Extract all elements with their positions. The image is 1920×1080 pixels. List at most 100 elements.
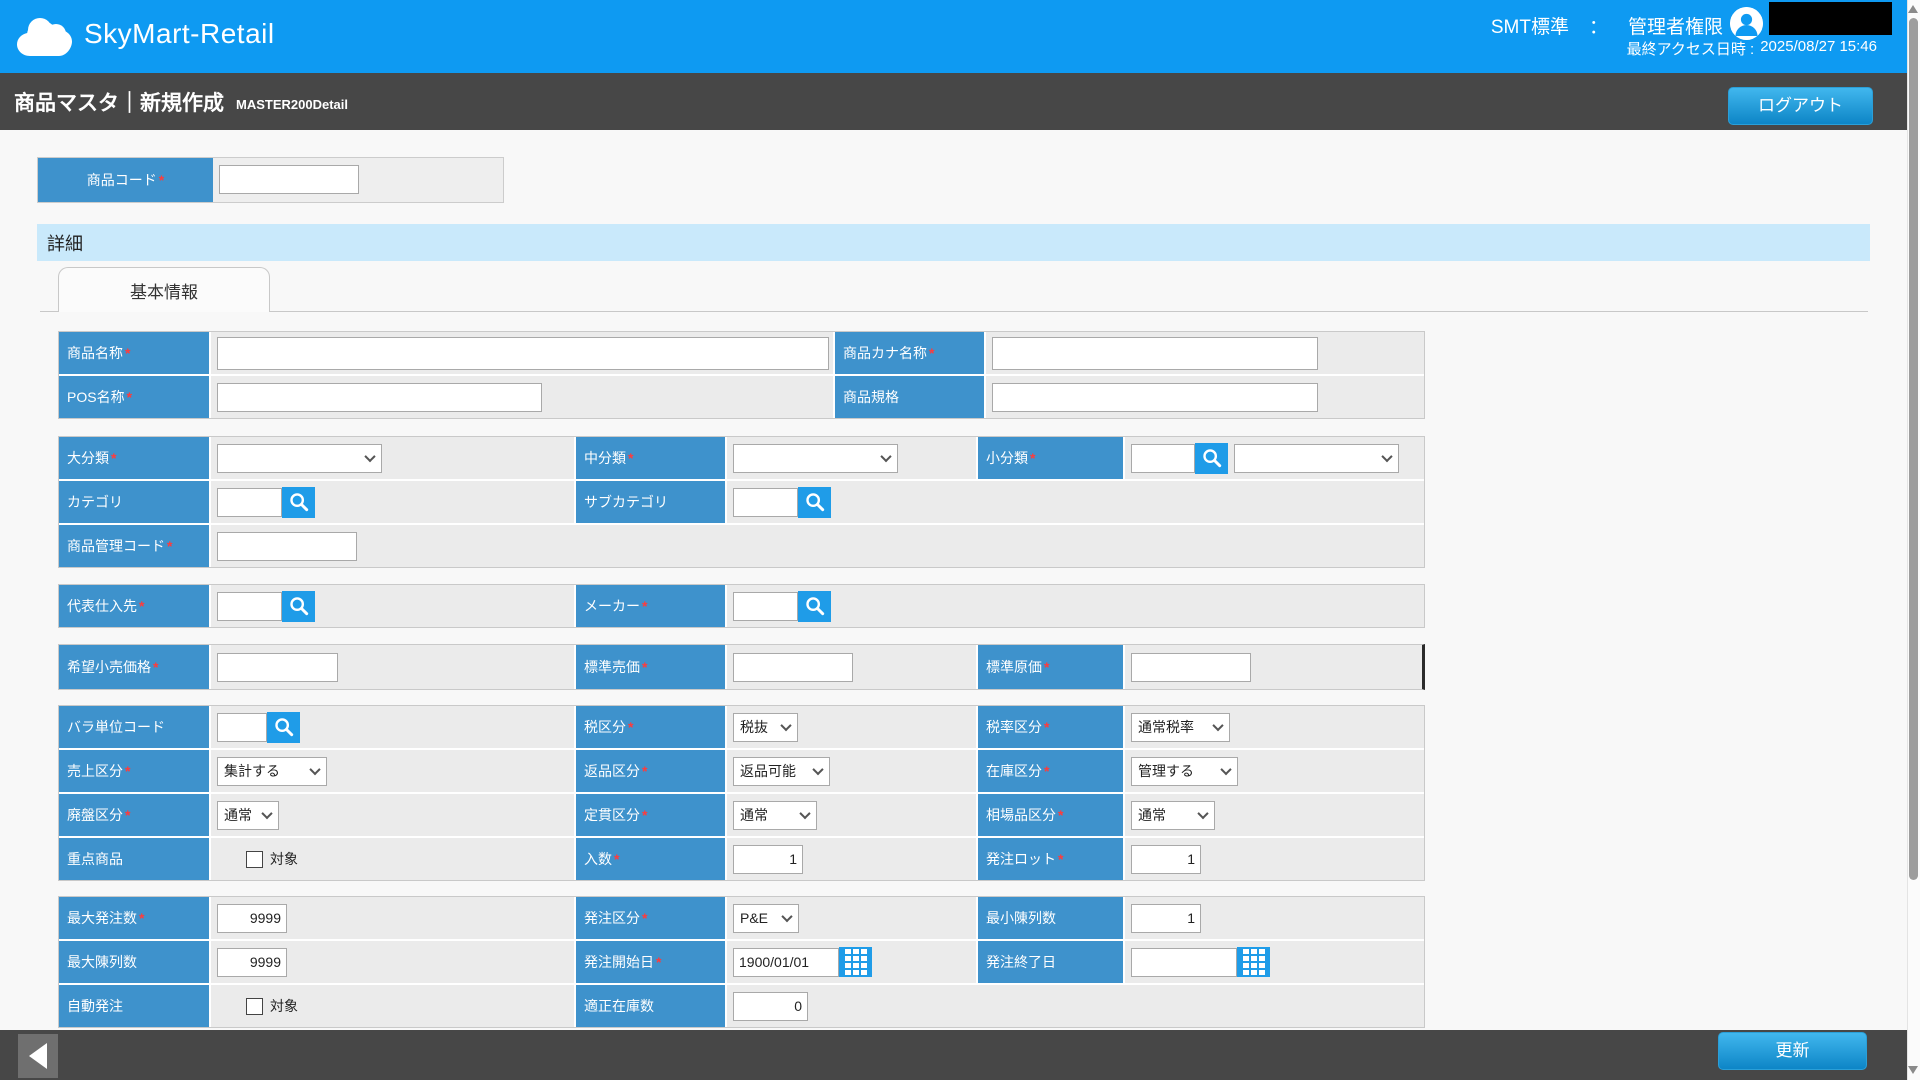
required-asterisk: * (1030, 450, 1035, 466)
minor-category-lookup[interactable] (1131, 444, 1195, 473)
back-button[interactable] (18, 1034, 58, 1078)
sales-class-select[interactable]: 集計する (217, 757, 327, 786)
required-asterisk: * (642, 659, 647, 675)
field-label: POS名称* (59, 376, 211, 418)
field-cell: 通常 (211, 794, 576, 836)
selected-value: 通常 (224, 805, 252, 825)
middle-category-select[interactable] (733, 444, 898, 473)
rep-supplier-lookup[interactable] (217, 592, 282, 621)
form-row: 商品管理コード* (59, 523, 1424, 567)
category-lookup-button[interactable] (282, 487, 315, 518)
order-start-date-input[interactable] (733, 948, 839, 977)
search-icon (1201, 447, 1223, 469)
maker-lookup-button[interactable] (798, 591, 831, 622)
form-group: 希望小売価格*標準売価*標準原価* (58, 644, 1425, 690)
form-row: 売上区分*集計する返品区分*返品可能在庫区分*管理する (59, 748, 1424, 792)
stock-class-select[interactable]: 管理する (1131, 757, 1238, 786)
maker-lookup[interactable] (733, 592, 798, 621)
order-start-date-input-calendar-button[interactable] (839, 947, 872, 977)
priority-product-checkbox[interactable] (246, 851, 263, 868)
order-end-date-input-calendar-button[interactable] (1237, 947, 1270, 977)
field-cell: 通常 (1125, 794, 1424, 836)
product-spec-input[interactable] (992, 383, 1318, 412)
pos-name-input[interactable] (217, 383, 542, 412)
field-cell (1125, 437, 1424, 479)
tab-basic-info[interactable]: 基本情報 (58, 267, 270, 312)
search-icon (288, 595, 310, 617)
field-cell (1125, 645, 1422, 689)
field-cell (727, 437, 978, 479)
scroll-up-icon[interactable] (1908, 5, 1918, 13)
fixed-weight-class-select[interactable]: 通常 (733, 801, 817, 830)
market-price-class-select[interactable]: 通常 (1131, 801, 1215, 830)
product-kana-name-input[interactable] (992, 337, 1318, 370)
selected-value: 通常 (1138, 805, 1166, 825)
discontinued-class-select[interactable]: 通常 (217, 801, 279, 830)
field-cell: 管理する (1125, 750, 1424, 792)
field-cell: 通常税率 (1125, 706, 1424, 748)
redacted-user-name (1769, 2, 1892, 35)
product-code-label: 商品コード* (38, 158, 213, 202)
max-display-qty-input[interactable] (217, 948, 287, 977)
field-label: 発注ロット* (978, 838, 1125, 880)
quantity-per-pack-input[interactable] (733, 845, 803, 874)
order-end-date-input[interactable] (1131, 948, 1237, 977)
unit-code-lookup-button[interactable] (267, 712, 300, 743)
field-cell: P&E (727, 897, 978, 939)
max-order-qty-input[interactable] (217, 904, 287, 933)
footer-bar (0, 1030, 1907, 1080)
min-display-qty-input[interactable] (1131, 904, 1201, 933)
chevron-down-icon (1381, 451, 1392, 462)
major-category-select[interactable] (217, 444, 382, 473)
chevron-down-icon (261, 808, 272, 819)
auto-order-checkbox[interactable] (246, 998, 263, 1015)
field-label: 税区分* (576, 706, 727, 748)
product-name-input[interactable] (217, 337, 829, 370)
chevron-down-icon (364, 451, 375, 462)
field-cell (211, 585, 576, 627)
subcategory-lookup-button[interactable] (798, 487, 831, 518)
tax-rate-class-select[interactable]: 通常税率 (1131, 713, 1230, 742)
return-class-select[interactable]: 返品可能 (733, 757, 830, 786)
required-asterisk: * (642, 910, 647, 926)
field-label: 大分類* (59, 437, 211, 479)
user-icon[interactable] (1730, 7, 1763, 40)
product-mgmt-code-input[interactable] (217, 532, 357, 561)
retail-price-input[interactable] (217, 653, 338, 682)
minor-category-lookup-button[interactable] (1195, 443, 1228, 474)
rep-supplier-lookup-button[interactable] (282, 591, 315, 622)
chevron-down-icon (1212, 720, 1223, 731)
subcategory-lookup[interactable] (733, 488, 798, 517)
order-class-select[interactable]: P&E (733, 904, 799, 933)
field-cell (727, 585, 1424, 627)
tax-class-select[interactable]: 税抜 (733, 713, 798, 742)
search-icon (288, 491, 310, 513)
required-asterisk: * (1044, 719, 1049, 735)
standard-price-input[interactable] (733, 653, 853, 682)
field-label: サブカテゴリ (576, 481, 727, 523)
search-icon (804, 595, 826, 617)
unit-code-lookup[interactable] (217, 713, 267, 742)
field-label: 小分類* (978, 437, 1125, 479)
field-label: 最小陳列数 (978, 897, 1125, 939)
scrollbar-thumb[interactable] (1909, 18, 1918, 880)
vertical-scrollbar[interactable] (1907, 0, 1920, 1080)
field-cell (1125, 941, 1424, 983)
selected-value: P&E (740, 910, 768, 926)
optimal-stock-qty-input[interactable] (733, 992, 808, 1021)
field-cell (211, 645, 576, 689)
form-group: 商品名称*商品カナ名称*POS名称*商品規格 (58, 331, 1425, 419)
scroll-down-icon[interactable] (1908, 1066, 1918, 1074)
minor-category-select[interactable] (1234, 444, 1399, 473)
category-lookup[interactable] (217, 488, 282, 517)
order-lot-input[interactable] (1131, 845, 1201, 874)
env-separator: ： (1589, 12, 1608, 39)
cloud-icon (16, 14, 74, 58)
logout-button[interactable]: ログアウト (1728, 87, 1873, 125)
standard-cost-input[interactable] (1131, 653, 1251, 682)
page-title-bar: 商品マスタ｜新規作成 MASTER200Detail (0, 73, 1907, 130)
required-asterisk: * (159, 172, 164, 188)
product-code-input[interactable] (219, 165, 359, 194)
update-button[interactable]: 更新 (1718, 1032, 1867, 1070)
field-cell (211, 897, 576, 939)
